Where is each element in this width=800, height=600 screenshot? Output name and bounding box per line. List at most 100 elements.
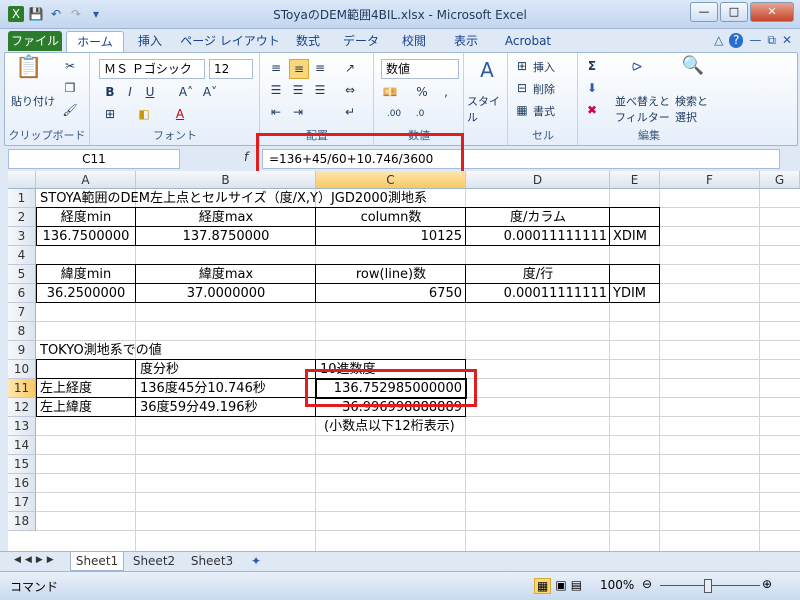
- cell-a9[interactable]: TOKYO測地系での値: [40, 341, 162, 360]
- cell-d3[interactable]: 0.00011111111: [466, 227, 607, 246]
- row-header[interactable]: 1: [8, 189, 36, 208]
- row-header[interactable]: 9: [8, 341, 36, 360]
- delete-cells-icon[interactable]: ⊟: [513, 79, 531, 97]
- row-header[interactable]: 7: [8, 303, 36, 322]
- cell-d5[interactable]: 度/行: [466, 265, 610, 284]
- cell-b10[interactable]: 度分秒: [140, 360, 179, 379]
- normal-view-icon[interactable]: ▦: [534, 578, 552, 594]
- align-right-icon[interactable]: ☰: [311, 81, 329, 99]
- sheet-tab-1[interactable]: Sheet1: [70, 552, 124, 571]
- accounting-format-icon[interactable]: 💴: [381, 83, 399, 101]
- underline-icon[interactable]: U: [141, 83, 159, 101]
- row-header[interactable]: 16: [8, 474, 36, 493]
- cell-a3[interactable]: 136.7500000: [36, 227, 136, 246]
- cell-a11[interactable]: 左上経度: [40, 379, 92, 398]
- insert-sheet-icon[interactable]: ✦: [244, 552, 268, 570]
- bold-icon[interactable]: B: [101, 83, 119, 101]
- cell-c2[interactable]: column数: [316, 208, 466, 227]
- cell-a1[interactable]: STOYA範囲のDEM左上点とセルサイズ（度/X,Y）JGD2000測地系: [40, 189, 427, 208]
- tab-page-layout[interactable]: ページ レイアウト: [180, 31, 280, 51]
- comma-icon[interactable]: ,: [437, 83, 455, 101]
- shrink-font-icon[interactable]: A˅: [201, 83, 219, 101]
- increase-decimal-icon[interactable]: .00: [385, 105, 403, 123]
- clear-icon[interactable]: ✖: [583, 101, 601, 119]
- format-painter-icon[interactable]: 🖌: [61, 101, 79, 119]
- row-header[interactable]: 5: [8, 265, 36, 284]
- align-center-icon[interactable]: ☰: [289, 81, 307, 99]
- cell-e3[interactable]: XDIM: [613, 227, 647, 246]
- fill-icon[interactable]: ⬇: [583, 79, 601, 97]
- cell-e6[interactable]: YDIM: [613, 284, 646, 303]
- sort-filter-label-2[interactable]: フィルター: [615, 109, 670, 125]
- cell-b6[interactable]: 37.0000000: [136, 284, 316, 303]
- column-header-a[interactable]: A: [36, 171, 136, 189]
- column-header-c[interactable]: C: [316, 171, 466, 189]
- format-cells-button[interactable]: 書式: [533, 103, 555, 119]
- copy-icon[interactable]: ❐: [61, 79, 79, 97]
- cell-b12[interactable]: 36度59分49.196秒: [140, 398, 258, 417]
- row-header[interactable]: 15: [8, 455, 36, 474]
- find-select-icon[interactable]: 🔍: [679, 57, 707, 85]
- row-header[interactable]: 10: [8, 360, 36, 379]
- cell-b11[interactable]: 136度45分10.746秒: [140, 379, 266, 398]
- zoom-in-icon[interactable]: ⊕: [762, 577, 772, 591]
- help-icon[interactable]: ?: [729, 33, 744, 48]
- cut-icon[interactable]: ✂: [61, 57, 79, 75]
- cell-b5[interactable]: 緯度max: [136, 265, 316, 284]
- tab-acrobat[interactable]: Acrobat: [498, 31, 558, 51]
- font-color-icon[interactable]: A: [171, 105, 189, 123]
- sheet-nav-arrows-icon[interactable]: ◀◀▶▶: [14, 555, 58, 565]
- tab-home[interactable]: ホーム: [66, 31, 124, 52]
- delete-cells-button[interactable]: 削除: [533, 81, 555, 97]
- align-bottom-icon[interactable]: ≡: [311, 59, 329, 77]
- row-header[interactable]: 8: [8, 322, 36, 341]
- align-middle-icon[interactable]: ≡: [289, 59, 309, 79]
- percent-icon[interactable]: %: [413, 83, 431, 101]
- style-button[interactable]: スタイル: [467, 93, 507, 125]
- close-button[interactable]: ✕: [750, 2, 794, 22]
- cell-a5[interactable]: 緯度min: [36, 265, 136, 284]
- sheet-tab-3[interactable]: Sheet3: [184, 552, 240, 570]
- tab-review[interactable]: 校閲: [394, 31, 434, 51]
- minimize-button[interactable]: —: [690, 2, 718, 22]
- row-header[interactable]: 12: [8, 398, 36, 417]
- number-format-select[interactable]: 数値: [381, 59, 459, 79]
- cell-c13[interactable]: (小数点以下12桁表示): [324, 417, 455, 436]
- doc-close-icon[interactable]: ✕: [782, 33, 792, 48]
- row-header[interactable]: 3: [8, 227, 36, 246]
- cell-c3[interactable]: 10125: [316, 227, 462, 246]
- column-header-g[interactable]: G: [760, 171, 800, 189]
- font-name-select[interactable]: ＭＳ Ｐゴシック: [99, 59, 205, 79]
- row-header[interactable]: 18: [8, 512, 36, 531]
- row-header[interactable]: 17: [8, 493, 36, 512]
- column-header-b[interactable]: B: [136, 171, 316, 189]
- zoom-level[interactable]: 100%: [600, 578, 634, 592]
- cell-d6[interactable]: 0.00011111111: [466, 284, 607, 303]
- tab-file[interactable]: ファイル: [8, 31, 62, 51]
- tab-insert[interactable]: 挿入: [130, 31, 170, 51]
- column-header-e[interactable]: E: [610, 171, 660, 189]
- find-select-label-1[interactable]: 検索と: [675, 93, 708, 109]
- zoom-slider-handle[interactable]: [704, 579, 712, 593]
- cell-b2[interactable]: 経度max: [136, 208, 316, 227]
- italic-icon[interactable]: I: [121, 83, 139, 101]
- autosum-icon[interactable]: Σ: [583, 57, 601, 75]
- sort-filter-icon[interactable]: ⪧: [623, 57, 651, 85]
- orientation-icon[interactable]: ↗: [341, 59, 359, 77]
- tab-data[interactable]: データ: [338, 31, 384, 51]
- row-header[interactable]: 2: [8, 208, 36, 227]
- spreadsheet-grid[interactable]: A B C D E F G 1 2 3 4 5 6 7 8 9 10 11 12…: [8, 171, 800, 551]
- grow-font-icon[interactable]: A˄: [177, 83, 195, 101]
- paste-icon[interactable]: 📋: [15, 57, 43, 89]
- select-all-corner[interactable]: [8, 171, 36, 189]
- name-box[interactable]: C11: [8, 149, 180, 169]
- row-header[interactable]: 4: [8, 246, 36, 265]
- merge-center-icon[interactable]: ⇔: [341, 81, 359, 99]
- cell-b3[interactable]: 137.8750000: [136, 227, 316, 246]
- minimize-ribbon-icon[interactable]: △: [714, 33, 723, 48]
- cell-a6[interactable]: 36.2500000: [36, 284, 136, 303]
- align-top-icon[interactable]: ≡: [267, 59, 285, 77]
- page-break-view-icon[interactable]: ▤: [571, 578, 582, 594]
- column-header-f[interactable]: F: [660, 171, 760, 189]
- cell-a2[interactable]: 経度min: [36, 208, 136, 227]
